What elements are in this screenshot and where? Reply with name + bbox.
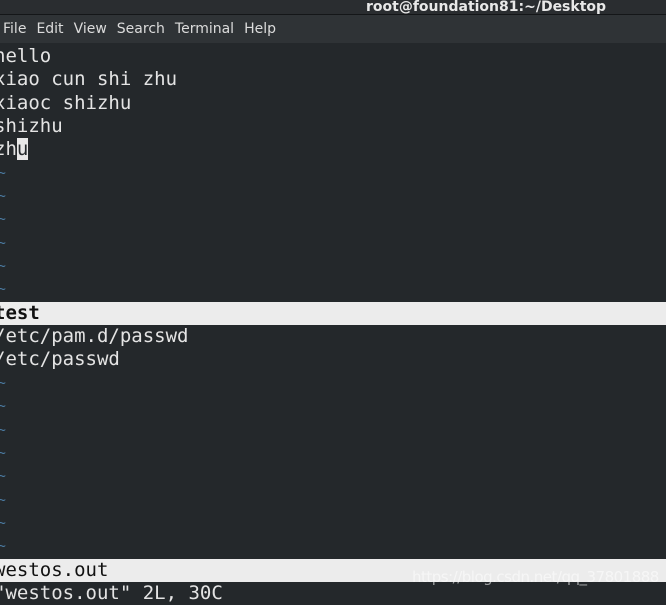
empty-line-tilde: ~ [0, 515, 6, 531]
empty-line-tilde: ~ [0, 165, 6, 181]
text-line: /etc/passwd [0, 348, 120, 371]
top-pane-status: test [0, 301, 666, 326]
menu-help[interactable]: Help [243, 21, 283, 37]
empty-line-tilde: ~ [0, 375, 6, 391]
empty-line-tilde: ~ [0, 422, 6, 438]
empty-line-tilde: ~ [0, 492, 6, 508]
text-line: zhu [0, 138, 666, 161]
watermark: https://blog.csdn.net/qq_37801888 [412, 568, 659, 586]
text-line: hello [0, 45, 52, 67]
text-line: xiaoc shizhu [0, 91, 132, 114]
text-line: xiao cun shi zhu [0, 68, 178, 91]
title-bar: root@foundation81:~/Desktop [0, 0, 666, 15]
empty-line-tilde: ~ [0, 189, 6, 205]
menu-terminal[interactable]: Terminal [174, 21, 241, 37]
text-line: /etc/pam.d/passwd [0, 325, 189, 348]
text-line: shizhu [0, 115, 63, 138]
cursor: u [16, 138, 29, 161]
window-title: root@foundation81:~/Desktop [366, 0, 607, 15]
terminal-vim-editor[interactable]: hello xiao cun shi zhu xiaoc shizhu shiz… [0, 45, 666, 605]
menu-file[interactable]: File [2, 21, 33, 37]
menu-search[interactable]: Search [116, 21, 172, 37]
empty-line-tilde: ~ [0, 445, 6, 461]
empty-line-tilde: ~ [0, 282, 6, 298]
menu-view[interactable]: View [73, 21, 114, 37]
text: zh [0, 138, 17, 161]
empty-line-tilde: ~ [0, 539, 6, 555]
empty-line-tilde: ~ [0, 399, 6, 415]
menu-edit[interactable]: Edit [35, 21, 70, 37]
empty-line-tilde: ~ [0, 235, 6, 251]
menu-bar: File Edit View Search Terminal Help [0, 15, 666, 43]
empty-line-tilde: ~ [0, 259, 6, 275]
empty-line-tilde: ~ [0, 469, 6, 485]
empty-line-tilde: ~ [0, 212, 6, 228]
